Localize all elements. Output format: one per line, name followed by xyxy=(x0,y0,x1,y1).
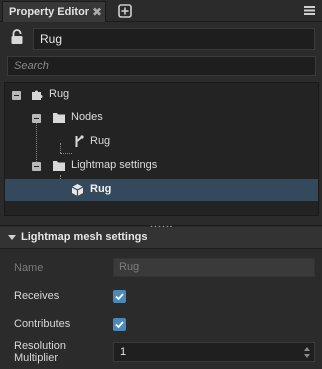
tab-property-editor[interactable]: Property Editor ✖ xyxy=(2,1,106,22)
tree-item-label: Rug xyxy=(90,135,111,147)
properties-panel: Name Rug Receives Contributes Resolution… xyxy=(0,250,322,369)
tree-item-label: Rug xyxy=(90,183,112,195)
grip-dots-icon xyxy=(150,219,172,228)
panel-splitter[interactable] xyxy=(0,217,322,228)
name-label: Name xyxy=(14,262,44,274)
hamburger-menu-icon[interactable] xyxy=(303,4,316,16)
object-name-input[interactable]: Rug xyxy=(33,28,315,50)
tree-item-rug-lightmap[interactable]: Rug xyxy=(5,179,318,201)
resolution-value: 1 xyxy=(120,346,127,358)
collapse-minus-icon[interactable] xyxy=(12,91,21,100)
tab-title: Property Editor xyxy=(9,6,90,18)
tree-item-rug-node[interactable]: Rug xyxy=(5,131,318,153)
tab-bar: Property Editor ✖ xyxy=(0,0,322,22)
tree-item-label: Nodes xyxy=(71,111,103,123)
contributes-label: Contributes xyxy=(14,318,71,330)
receives-label: Receives xyxy=(14,290,60,302)
close-icon[interactable]: ✖ xyxy=(91,5,103,19)
tree-item-label: Lightmap settings xyxy=(71,159,158,171)
lock-icon[interactable] xyxy=(10,29,24,45)
cube-icon xyxy=(71,183,84,200)
resolution-label-line1: Resolution xyxy=(14,340,66,352)
chevron-down-icon xyxy=(8,235,16,240)
tree-item-rug-root[interactable]: Rug xyxy=(5,84,318,106)
chevron-down-icon[interactable] xyxy=(304,354,310,358)
collapse-minus-icon[interactable] xyxy=(32,162,41,171)
tree-item-label: Rug xyxy=(49,88,70,100)
chevron-up-icon[interactable] xyxy=(304,347,310,351)
folder-icon xyxy=(53,160,65,174)
plus-square-icon[interactable] xyxy=(118,4,132,18)
receives-checkbox[interactable] xyxy=(113,290,126,303)
section-header-lightmap-mesh[interactable]: Lightmap mesh settings xyxy=(0,227,322,249)
resolution-label-line2: Multiplier xyxy=(14,352,59,364)
tree-guide xyxy=(60,153,72,154)
name-field: Rug xyxy=(113,258,315,277)
contributes-checkbox[interactable] xyxy=(113,318,126,331)
folder-icon xyxy=(53,112,65,126)
puzzle-piece-icon xyxy=(31,88,44,104)
node-branch-icon xyxy=(74,135,84,151)
search-input[interactable]: Search xyxy=(7,56,316,76)
tree-item-lightmap-settings[interactable]: Lightmap settings xyxy=(5,155,318,177)
node-tree: Rug Nodes Rug Lightmap settings Rug xyxy=(4,82,319,216)
collapse-minus-icon[interactable] xyxy=(32,114,41,123)
section-title: Lightmap mesh settings xyxy=(21,231,148,243)
resolution-multiplier-stepper[interactable]: 1 xyxy=(113,342,315,362)
tree-item-nodes[interactable]: Nodes xyxy=(5,107,318,129)
